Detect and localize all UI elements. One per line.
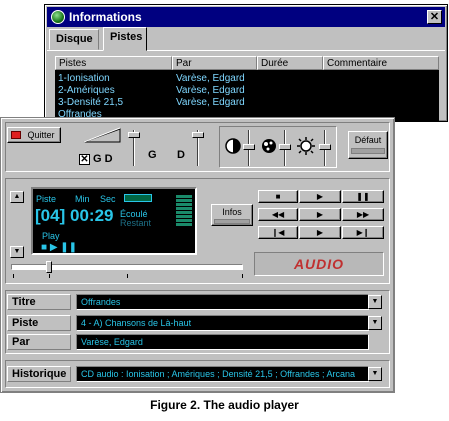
track-number: [04] — [35, 206, 66, 225]
track-artist: Varèse, Edgard — [176, 85, 245, 96]
previous-track-button[interactable]: ❙◀ — [258, 226, 298, 239]
globe-icon — [51, 10, 65, 24]
close-button[interactable]: ✕ — [427, 10, 442, 24]
column-header-pistes[interactable]: Pistes — [55, 56, 172, 70]
titre-field[interactable]: Offrandes — [76, 294, 369, 310]
position-slider-knob[interactable] — [46, 261, 52, 273]
informations-titlebar[interactable]: Informations ✕ — [47, 7, 445, 27]
position-slider[interactable] — [11, 261, 243, 273]
fast-forward-button[interactable]: ▶▶ — [342, 208, 384, 221]
piste-label: Piste — [7, 315, 71, 331]
historique-dropdown-button[interactable]: ▼ — [368, 367, 382, 381]
button-bar — [351, 148, 385, 154]
tab-disque[interactable]: Disque — [49, 29, 99, 50]
figure-caption: Figure 2. The audio player — [150, 398, 299, 412]
restant-label: Restant — [120, 218, 152, 228]
historique-label: Historique — [7, 366, 71, 382]
elapsed-time: 00:29 — [70, 206, 114, 225]
contrast-slider[interactable] — [243, 130, 255, 166]
color-slider[interactable] — [279, 130, 291, 166]
position-ticks — [13, 274, 243, 280]
next-track-button[interactable]: ▶❙ — [342, 226, 384, 239]
column-header-commentaire[interactable]: Commentaire — [323, 56, 439, 70]
quit-button[interactable]: Quitter — [7, 127, 61, 143]
gd-label: G D — [93, 153, 113, 165]
track-artist: Varèse, Edgard — [176, 97, 245, 108]
rewind-button[interactable]: ◀◀ — [258, 208, 298, 221]
piste-dropdown-button[interactable]: ▼ — [368, 316, 382, 330]
contrast-icon — [225, 138, 241, 154]
sec-label: Sec — [100, 194, 116, 204]
slider-knob[interactable] — [319, 144, 331, 150]
titre-label: Titre — [7, 294, 71, 310]
piste-label: Piste — [36, 194, 57, 204]
slider-knob[interactable] — [243, 144, 255, 150]
play-button-2[interactable]: ▶ — [299, 208, 341, 221]
track-title: 2-Amériques — [58, 85, 115, 96]
lcd-display: Piste Min Sec [04] 00:29 Écoulé Restant … — [31, 187, 197, 255]
infos-button[interactable]: Infos — [211, 204, 253, 226]
track-title: 1-Ionisation — [58, 73, 110, 84]
historique-field[interactable]: CD audio : Ionisation ; Amériques ; Dens… — [76, 366, 369, 382]
slider-knob[interactable] — [279, 144, 291, 150]
balance-slider-right[interactable] — [192, 130, 204, 166]
piste-field[interactable]: 4 - A) Chansons de Là-haut — [76, 315, 369, 331]
stop-button[interactable]: ■ — [258, 190, 298, 203]
scroll-up-button[interactable]: ▲ — [10, 191, 24, 203]
default-button[interactable]: Défaut — [348, 131, 388, 159]
audio-brand-logo: AUDIO — [254, 252, 384, 276]
vu-meter — [176, 195, 192, 229]
play-button[interactable]: ▶ — [299, 190, 341, 203]
scroll-down-button[interactable]: ▼ — [10, 246, 24, 258]
status-glyphs: ■ ▶ ❚❚ — [41, 242, 78, 253]
button-bar — [214, 219, 250, 224]
default-label: Défaut — [354, 135, 382, 145]
window-title: Informations — [69, 10, 142, 24]
tracks-grid: 1-Ionisation Varèse, Edgard 2-Amériques … — [55, 70, 439, 122]
power-led-icon — [11, 131, 21, 139]
informations-window: Informations ✕ Disque Pistes Pistes Par … — [44, 4, 448, 122]
infos-label: Infos — [222, 207, 242, 217]
gd-checkbox[interactable]: ✕ — [79, 154, 90, 165]
slider-d-label: D — [177, 149, 185, 161]
track-artist: Varèse, Edgard — [176, 73, 245, 84]
par-field: Varèse, Edgard — [76, 334, 369, 350]
balance-slider-left[interactable] — [128, 130, 140, 166]
column-header-duree[interactable]: Durée — [257, 56, 323, 70]
tracks-grid-header: Pistes Par Durée Commentaire — [55, 56, 439, 70]
titre-dropdown-button[interactable]: ▼ — [368, 295, 382, 309]
quit-label: Quitter — [27, 130, 55, 140]
slider-g-label: G — [148, 149, 157, 161]
min-label: Min — [75, 194, 90, 204]
color-icon — [262, 139, 276, 153]
par-label: Par — [7, 334, 71, 350]
cd-indicator-icon — [124, 194, 152, 202]
audio-player-window: Quitter ✕ G D G D Défaut ▲ ▼ Piste Min S… — [0, 117, 395, 393]
play-label: Play — [42, 231, 60, 241]
track-title: 3-Densité 21,5 — [58, 97, 124, 108]
column-header-par[interactable]: Par — [172, 56, 257, 70]
volume-ramp-icon — [83, 127, 121, 143]
brightness-icon — [297, 137, 315, 155]
slider-knob[interactable] — [192, 132, 204, 138]
brightness-slider[interactable] — [319, 130, 331, 166]
play-button-3[interactable]: ▶ — [299, 226, 341, 239]
tab-pistes[interactable]: Pistes — [103, 27, 147, 51]
slider-knob[interactable] — [128, 132, 140, 138]
pause-button[interactable]: ❚❚ — [342, 190, 384, 203]
